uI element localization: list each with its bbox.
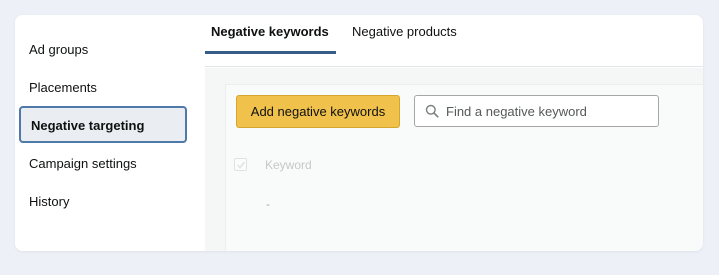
- search-input[interactable]: [446, 96, 654, 126]
- tab-negative-keywords[interactable]: Negative keywords: [211, 24, 329, 39]
- main-content: Negative keywords Negative products Add …: [205, 15, 703, 251]
- sidebar: Ad groups Placements Negative targeting …: [15, 15, 205, 251]
- table-cell-empty: -: [266, 197, 270, 211]
- select-all-checkbox[interactable]: [234, 158, 247, 171]
- sidebar-item-history[interactable]: History: [29, 194, 69, 209]
- sidebar-item-placements[interactable]: Placements: [29, 80, 97, 95]
- sidebar-item-negative-targeting[interactable]: Negative targeting: [19, 106, 187, 143]
- sidebar-item-label: Placements: [29, 80, 97, 95]
- search-icon: [425, 104, 439, 118]
- sidebar-item-campaign-settings[interactable]: Campaign settings: [29, 156, 137, 171]
- tab-label: Negative keywords: [211, 24, 329, 39]
- column-header-keyword: Keyword: [265, 158, 312, 172]
- button-label: Add negative keywords: [250, 104, 386, 119]
- tab-bar: Negative keywords Negative products: [205, 15, 703, 67]
- sidebar-item-label: Negative targeting: [31, 118, 145, 133]
- active-tab-indicator: [205, 51, 336, 54]
- sidebar-item-label: History: [29, 194, 70, 209]
- sidebar-item-label: Ad groups: [29, 42, 89, 57]
- sidebar-item-label: Campaign settings: [29, 156, 137, 171]
- add-negative-keywords-button[interactable]: Add negative keywords: [236, 95, 400, 128]
- tab-label: Negative products: [352, 24, 457, 39]
- sidebar-item-ad-groups[interactable]: Ad groups: [29, 42, 88, 57]
- campaign-panel: Ad groups Placements Negative targeting …: [15, 15, 703, 251]
- tab-negative-products[interactable]: Negative products: [352, 24, 457, 39]
- checkbox-checked-icon: [236, 161, 246, 169]
- search-field[interactable]: [414, 95, 659, 127]
